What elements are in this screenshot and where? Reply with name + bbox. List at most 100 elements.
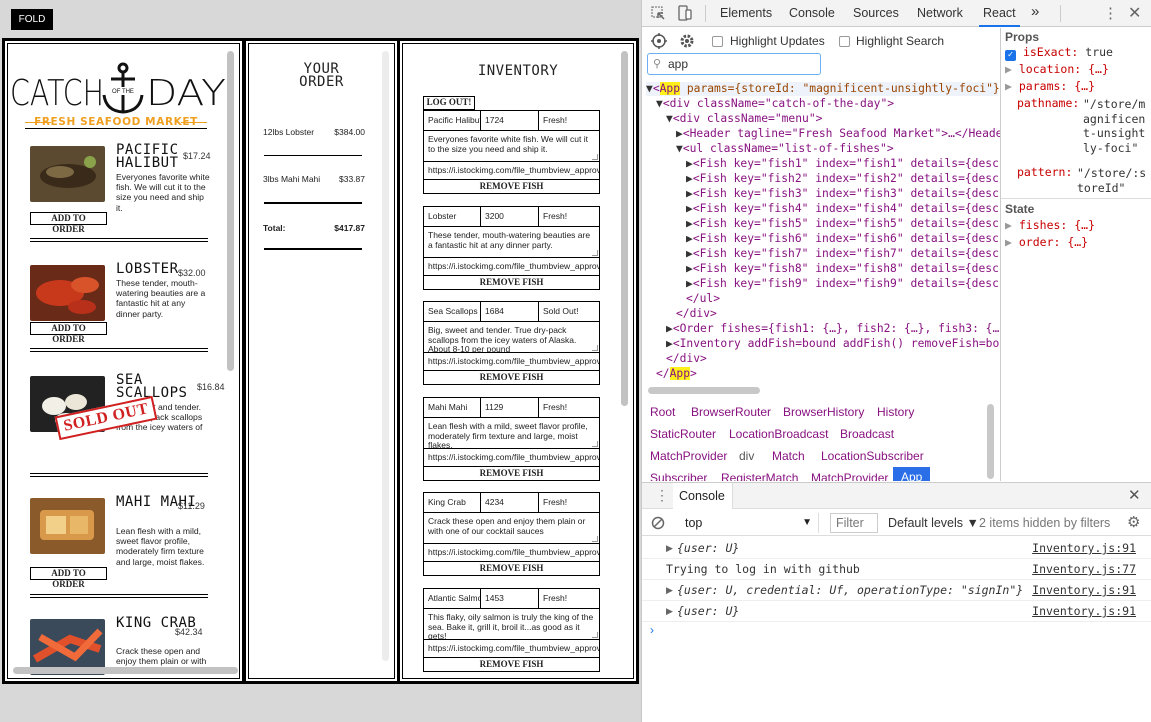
tree-node-fish[interactable]: <Fish key="fish4" index="fish4" details=… [693, 202, 1000, 215]
menu-scrollbar[interactable] [227, 51, 234, 371]
fish-price-input[interactable]: 1453 [481, 589, 539, 608]
tree-node-ul[interactable]: <ul className="list-of-fishes"> [683, 142, 894, 155]
fish-image-input[interactable]: https://i.istockimg.com/file_thumbview_a… [424, 640, 599, 658]
remove-fish-button[interactable]: REMOVE FISH [424, 658, 599, 671]
fish-status-select[interactable]: Fresh! [539, 207, 599, 226]
breadcrumb-item[interactable]: MatchProvider [811, 471, 888, 481]
remove-fish-button[interactable]: REMOVE FISH [424, 276, 599, 289]
breadcrumb-item[interactable]: LocationSubscriber [821, 449, 924, 463]
fish-desc-textarea[interactable]: Everyones favorite white fish. We will c… [424, 131, 599, 162]
tree-node-fish[interactable]: <Fish key="fish1" index="fish1" details=… [693, 157, 1000, 170]
kebab-menu-icon[interactable]: ⋮ [1103, 4, 1118, 22]
fish-status-select[interactable]: Fresh! [539, 493, 599, 512]
breadcrumb-item[interactable]: MatchProvider [650, 449, 727, 463]
tree-node-fish[interactable]: <Fish key="fish9" index="fish9" details=… [693, 277, 1000, 290]
fish-image-input[interactable]: https://i.istockimg.com/file_thumbview_a… [424, 353, 599, 371]
breadcrumb-item-active[interactable]: App [893, 467, 931, 481]
console-message[interactable]: ▶ {user: U, credential: Uf, operationTyp… [642, 580, 1151, 601]
fish-image-input[interactable]: https://i.istockimg.com/file_thumbview_a… [424, 449, 599, 467]
console-prompt-icon[interactable]: › [650, 623, 654, 637]
fish-desc-textarea[interactable]: Crack these open and enjoy them plain or… [424, 513, 599, 544]
fish-desc-textarea[interactable]: Lean flesh with a mild, sweet flavor pro… [424, 418, 599, 449]
fish-name-input[interactable]: Atlantic Salmon [424, 589, 481, 608]
fish-name-input[interactable]: Mahi Mahi [424, 398, 481, 417]
clear-console-icon[interactable] [651, 516, 665, 530]
prop-location[interactable]: location: {…} [1019, 62, 1109, 76]
fish-name-input[interactable]: Pacific Halibut [424, 111, 481, 130]
console-filter-input[interactable]: Filter [830, 513, 878, 533]
select-element-icon[interactable] [651, 33, 667, 49]
fish-price-input[interactable]: 4234 [481, 493, 539, 512]
tree-node-fish[interactable]: <Fish key="fish5" index="fish5" details=… [693, 217, 1000, 230]
tree-node-fish[interactable]: <Fish key="fish6" index="fish6" details=… [693, 232, 1000, 245]
remove-fish-button[interactable]: REMOVE FISH [424, 562, 599, 575]
fish-image-input[interactable]: https://i.istockimg.com/file_thumbview_a… [424, 258, 599, 276]
drawer-menu-icon[interactable]: ⋮ [655, 487, 669, 504]
console-message[interactable]: ▶ {user: U} Inventory.js:91 [642, 538, 1151, 559]
tree-node-header[interactable]: <Header tagline="Fresh Seafood Market">…… [683, 127, 1000, 140]
tree-horizontal-scrollbar[interactable] [648, 387, 760, 394]
logout-button[interactable]: LOG OUT! [423, 96, 475, 110]
breadcrumb-item[interactable]: StaticRouter [650, 427, 716, 441]
tab-sources[interactable]: Sources [853, 6, 899, 20]
highlight-search-checkbox[interactable] [839, 36, 850, 47]
fish-status-select[interactable]: Sold Out! [539, 302, 599, 321]
fish-image-input[interactable]: https://i.istockimg.com/file_thumbview_a… [424, 544, 599, 562]
fish-price-input[interactable]: 1724 [481, 111, 539, 130]
fish-status-select[interactable]: Fresh! [539, 111, 599, 130]
tree-node-div-menu[interactable]: <div className="menu"> [673, 112, 823, 125]
log-levels-dropdown[interactable]: Default levels ▼ [888, 516, 979, 530]
tree-node-app[interactable]: App [659, 82, 681, 95]
tab-console[interactable]: Console [789, 6, 835, 20]
console-message[interactable]: ▶ {user: U} Inventory.js:91 [642, 601, 1151, 622]
tree-node-fish[interactable]: <Fish key="fish3" index="fish3" details=… [693, 187, 1000, 200]
fish-price-input[interactable]: 1129 [481, 398, 539, 417]
tab-react[interactable]: React [979, 6, 1020, 27]
tree-node-fish[interactable]: <Fish key="fish8" index="fish8" details=… [693, 262, 1000, 275]
fish-desc-textarea[interactable]: These tender, mouth-watering beauties ar… [424, 227, 599, 258]
tree-node-inventory[interactable]: <Inventory addFish=bound addFish() remov… [673, 337, 1000, 350]
add-to-order-button[interactable]: ADD TO ORDER [30, 567, 107, 589]
prop-params[interactable]: params: {…} [1019, 79, 1095, 93]
device-toolbar-icon[interactable] [678, 5, 692, 21]
console-drawer-tab[interactable]: Console [673, 483, 733, 509]
fish-name-input[interactable]: Lobster [424, 207, 481, 226]
menu-horizontal-scrollbar[interactable] [13, 667, 238, 674]
add-to-order-button[interactable]: ADD TO ORDER [30, 212, 107, 234]
fish-price-input[interactable]: 1684 [481, 302, 539, 321]
remove-fish-button[interactable]: REMOVE FISH [424, 180, 599, 193]
console-settings-gear-icon[interactable]: ⚙ [1127, 513, 1140, 531]
close-drawer-icon[interactable]: ✕ [1128, 486, 1141, 504]
console-source-link[interactable]: Inventory.js:91 [1032, 580, 1136, 600]
tree-node-fish[interactable]: <Fish key="fish7" index="fish7" details=… [693, 247, 1000, 260]
breadcrumb-item[interactable]: LocationBroadcast [729, 427, 828, 441]
remove-fish-button[interactable]: REMOVE FISH [424, 371, 599, 384]
close-devtools-icon[interactable]: ✕ [1128, 3, 1141, 23]
state-fishes[interactable]: fishes: {…} [1019, 218, 1095, 232]
breadcrumb-item[interactable]: History [877, 405, 914, 419]
settings-gear-icon[interactable] [679, 33, 695, 49]
breadcrumb-item[interactable]: Root [650, 405, 675, 419]
console-source-link[interactable]: Inventory.js:91 [1032, 538, 1136, 558]
fish-status-select[interactable]: Fresh! [539, 398, 599, 417]
breadcrumb-item[interactable]: div [739, 449, 754, 463]
breadcrumb-scrollbar[interactable] [987, 404, 994, 479]
fish-name-input[interactable]: King Crab [424, 493, 481, 512]
fish-image-input[interactable]: https://i.istockimg.com/file_thumbview_a… [424, 162, 599, 180]
console-message[interactable]: Trying to log in with github Inventory.j… [642, 559, 1151, 580]
breadcrumb-item[interactable]: RegisterMatch [721, 471, 798, 481]
inspect-element-icon[interactable] [651, 6, 666, 21]
isexact-checkbox[interactable]: ✓ [1005, 50, 1016, 61]
fish-price-input[interactable]: 3200 [481, 207, 539, 226]
tree-node-order[interactable]: <Order fishes={fish1: {…}, fish2: {…}, f… [673, 322, 999, 335]
breadcrumb-item[interactable]: Subscriber [650, 471, 707, 481]
breadcrumb-item[interactable]: BrowserHistory [783, 405, 864, 419]
component-search-input[interactable]: ⚲ app [647, 53, 821, 75]
add-to-order-button[interactable]: ADD TO ORDER [30, 322, 107, 344]
more-tabs-button[interactable]: » [1031, 3, 1039, 20]
highlight-updates-checkbox[interactable] [712, 36, 723, 47]
fish-desc-textarea[interactable]: Big, sweet and tender. True dry-pack sca… [424, 322, 599, 353]
state-order[interactable]: order: {…} [1019, 235, 1088, 249]
breadcrumb-item[interactable]: Broadcast [840, 427, 894, 441]
console-source-link[interactable]: Inventory.js:77 [1032, 559, 1136, 579]
